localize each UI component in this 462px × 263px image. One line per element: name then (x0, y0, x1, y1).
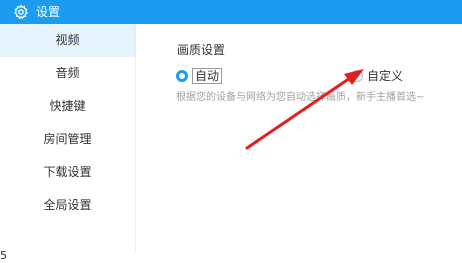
window-title: 设置 (36, 5, 61, 19)
radio-checked-icon[interactable] (176, 70, 188, 82)
sidebar-item-download-settings[interactable]: 下载设置 (0, 156, 135, 189)
sidebar-item-audio[interactable]: 音频 (0, 57, 135, 90)
sidebar-item-video[interactable]: 视频 (0, 24, 135, 57)
sidebar-item-room-management[interactable]: 房间管理 (0, 123, 135, 156)
quality-section-label: 画质设置 (177, 43, 226, 57)
annotation-arrow-icon (245, 69, 364, 150)
sidebar-item-shortcuts[interactable]: 快捷键 (0, 90, 135, 123)
title-bar: 设置 (0, 0, 462, 24)
quality-auto-label[interactable]: 自动 (192, 68, 223, 84)
sidebar-item-global-settings[interactable]: 全局设置 (0, 189, 135, 222)
settings-sidebar: 视频 音频 快捷键 房间管理 下载设置 全局设置 5 (0, 24, 136, 262)
gear-icon[interactable] (13, 4, 29, 20)
edge-glyph: 5 (0, 249, 7, 262)
quality-auto-radio[interactable]: 自动 (176, 68, 223, 84)
